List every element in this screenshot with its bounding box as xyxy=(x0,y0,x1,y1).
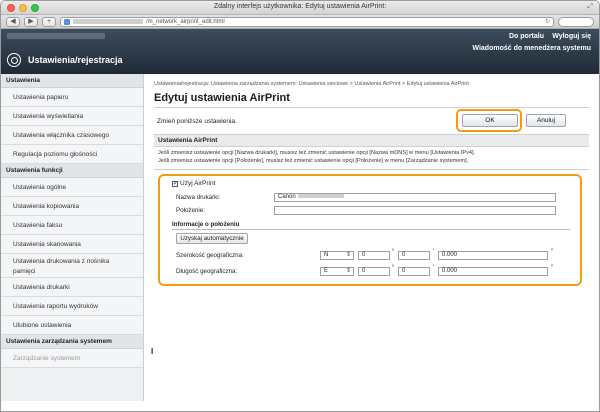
use-airprint-checkbox[interactable]: ✓ Użyj AirPrint xyxy=(172,180,215,187)
location-input[interactable] xyxy=(274,206,556,215)
get-automatically-button[interactable]: Uzyskaj automatycznie xyxy=(176,233,248,244)
note-line-printer-name: Jeśli zmienisz ustawienie opcji [Nazwa d… xyxy=(158,150,476,156)
longitude-direction-value: E xyxy=(324,268,329,274)
address-redacted xyxy=(73,19,143,24)
sidebar-item-paper[interactable]: Ustawienia papieru xyxy=(1,88,143,107)
forward-button[interactable]: ▶ xyxy=(24,16,38,27)
sidebar-item-timer[interactable]: Ustawienia włącznika czasowego xyxy=(1,126,143,145)
sidebar-section-system: Ustawienia zarządzania systemem xyxy=(1,335,143,349)
title-bar: Zdalny interfejs użytkownika: Edytuj ust… xyxy=(1,1,599,15)
checkbox-checked-icon[interactable]: ✓ xyxy=(172,180,178,187)
sidebar-item-printer[interactable]: Ustawienia drukarki xyxy=(1,278,143,297)
second-symbol: " xyxy=(551,265,554,271)
sidebar-item-volume[interactable]: Regulacja poziomu głośności xyxy=(1,145,143,164)
longitude-label: Długość geograficzna: xyxy=(176,268,238,275)
settings-note: Jeśli zmienisz ustawienie opcji [Nazwa d… xyxy=(154,147,589,170)
longitude-direction-select[interactable]: E ⇕ xyxy=(320,267,354,276)
header-title-group: Ustawienia/rejestracja xyxy=(7,53,123,67)
airprint-section-title: Ustawienia AirPrint xyxy=(154,134,589,147)
add-tab-button[interactable]: + xyxy=(42,16,56,27)
select-arrows-icon: ⇕ xyxy=(345,268,351,274)
printer-name-input[interactable]: Canon xyxy=(274,193,556,202)
logout-link[interactable]: Wyloguj się xyxy=(552,33,591,40)
degree-symbol: ° xyxy=(392,249,395,255)
location-info-heading: Informacje o położeniu xyxy=(172,221,570,230)
breadcrumb: Ustawienia/rejestracja: Ustawienia zarzą… xyxy=(154,81,469,87)
back-button[interactable]: ◀ xyxy=(6,16,20,27)
use-airprint-label: Użyj AirPrint xyxy=(180,180,216,187)
header-title: Ustawienia/rejestracja xyxy=(28,55,123,65)
main-area: Ustawienia Ustawienia papieru Ustawienia… xyxy=(1,74,599,401)
site-favicon-icon xyxy=(64,18,70,25)
instruction-row: Zmień poniższe ustawienia. OK Anuluj xyxy=(154,108,589,134)
sidebar-item-copy[interactable]: Ustawienia kopiowania xyxy=(1,197,143,216)
longitude-minutes-input[interactable]: 0 xyxy=(398,267,430,276)
address-field[interactable]: /m_network_airprint_edit.html ↻ xyxy=(60,16,554,27)
window-title: Zdalny interfejs użytkownika: Edytuj ust… xyxy=(213,3,387,10)
latitude-degrees-input[interactable]: 0 xyxy=(358,251,390,260)
minute-symbol: ' xyxy=(433,265,435,271)
sidebar: Ustawienia Ustawienia papieru Ustawienia… xyxy=(1,74,144,401)
settings-gear-icon xyxy=(7,53,21,67)
latitude-direction-value: N xyxy=(324,252,329,258)
sidebar-item-favorites[interactable]: Ulubione ustawienia xyxy=(1,316,143,335)
printer-name-label: Nazwa drukarki: xyxy=(176,194,221,201)
instruction-text: Zmień poniższe ustawienia. xyxy=(157,118,237,125)
device-name-redacted xyxy=(7,33,105,39)
note-line-location: Jeśli zmienisz ustawienie opcji [Położen… xyxy=(158,158,469,164)
ok-button[interactable]: OK xyxy=(462,114,518,127)
reload-icon[interactable]: ↻ xyxy=(545,18,550,25)
cancel-button[interactable]: Anuluj xyxy=(526,114,566,127)
printer-model-redacted xyxy=(297,194,344,199)
second-symbol: " xyxy=(551,249,554,255)
message-admin-link[interactable]: Wiadomość do menedżera systemu xyxy=(472,45,591,52)
select-arrows-icon: ⇕ xyxy=(345,252,351,258)
page-header: Do portalu Wyloguj się Wiadomość do mene… xyxy=(1,29,599,74)
sidebar-item-report[interactable]: Ustawienia raportu wydruków xyxy=(1,297,143,316)
airprint-settings-highlight: ✓ Użyj AirPrint Nazwa drukarki: Canon Po… xyxy=(158,174,582,286)
latitude-seconds-input[interactable]: 0.000 xyxy=(438,251,548,260)
sidebar-item-display[interactable]: Ustawienia wyświetlania xyxy=(1,107,143,126)
page-title: Edytuj ustawienia AirPrint xyxy=(154,92,290,104)
latitude-direction-select[interactable]: N ⇕ xyxy=(320,251,354,260)
latitude-label: Szerokość geograficzna: xyxy=(176,252,244,259)
sidebar-item-general[interactable]: Ustawienia ogólne xyxy=(1,178,143,197)
address-toolbar: ◀ ▶ + /m_network_airprint_edit.html ↻ xyxy=(1,15,599,29)
minute-symbol: ' xyxy=(433,249,435,255)
address-url: /m_network_airprint_edit.html xyxy=(146,18,225,25)
content-pane: Ustawienia/rejestracja: Ustawienia zarzą… xyxy=(144,74,599,401)
sidebar-item-memory-print[interactable]: Ustawienia drukowania z nośnika pamięci xyxy=(1,254,143,278)
degree-symbol: ° xyxy=(392,265,395,271)
location-label: Położenie: xyxy=(176,207,205,214)
sidebar-item-scan[interactable]: Ustawienia skanowania xyxy=(1,235,143,254)
latitude-minutes-input[interactable]: 0 xyxy=(398,251,430,260)
sidebar-item-fax[interactable]: Ustawienia faksu xyxy=(1,216,143,235)
portal-link[interactable]: Do portalu xyxy=(509,33,544,40)
sidebar-section-functions: Ustawienia funkcji xyxy=(1,164,143,178)
sidebar-section-settings: Ustawienia xyxy=(1,74,143,88)
search-field[interactable] xyxy=(558,16,594,27)
printer-name-value: Canon xyxy=(278,194,296,200)
sidebar-item-system-mgmt[interactable]: Zarządzanie systemem xyxy=(1,349,143,368)
longitude-degrees-input[interactable]: 0 xyxy=(358,267,390,276)
browser-window: Zdalny interfejs użytkownika: Edytuj ust… xyxy=(0,0,600,412)
page-end-marker: Ι xyxy=(151,347,154,356)
longitude-seconds-input[interactable]: 0.000 xyxy=(438,267,548,276)
fullscreen-icon[interactable]: ⤢ xyxy=(587,3,593,11)
